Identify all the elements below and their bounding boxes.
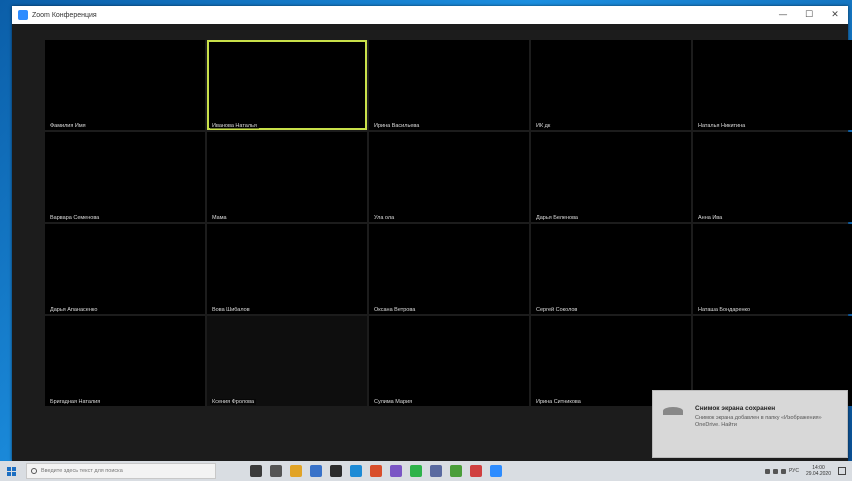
window-controls: — ☐ ✕: [770, 6, 848, 24]
participant-video-tile[interactable]: Дарья Апанасенко: [45, 224, 205, 314]
participant-name: Наташа Бондаренко: [696, 307, 753, 313]
taskbar-app-icon[interactable]: [370, 465, 382, 477]
participant-name: Сергей Соколов: [534, 307, 580, 313]
participant-video: [369, 40, 529, 130]
participant-video: [45, 224, 205, 314]
participant-video: [369, 132, 529, 222]
taskbar-app-icon[interactable]: [490, 465, 502, 477]
participant-video: [531, 40, 691, 130]
participant-video: [45, 316, 205, 406]
participant-name: Сулима Мария: [372, 399, 415, 405]
close-button[interactable]: ✕: [822, 6, 848, 24]
taskbar-app-icon[interactable]: [410, 465, 422, 477]
participant-video-tile[interactable]: Ула ола: [369, 132, 529, 222]
participant-video-tile[interactable]: Варвара Семенова: [45, 132, 205, 222]
participant-video: [207, 40, 367, 130]
window-title: Zoom Конференция: [32, 11, 97, 19]
screenshot-notification[interactable]: Снимок экрана сохранен Снимок экрана доб…: [652, 390, 848, 458]
taskbar-search[interactable]: [26, 463, 216, 479]
participant-name: Ксения Фролова: [210, 399, 257, 405]
notification-body: Снимок экрана добавлен в папку «Изображе…: [695, 415, 822, 428]
participant-video-tile[interactable]: Ирина Васильева: [369, 40, 529, 130]
participant-video: [45, 40, 205, 130]
taskbar-app-icon[interactable]: [350, 465, 362, 477]
start-button[interactable]: [0, 461, 22, 481]
participant-name: Бригадная Наталия: [48, 399, 103, 405]
windows-icon: [6, 466, 16, 476]
taskbar-app-icon[interactable]: [290, 465, 302, 477]
clock-date: 29.04.2020: [805, 471, 831, 477]
maximize-button[interactable]: ☐: [796, 6, 822, 24]
participant-video: [693, 224, 852, 314]
participant-name: Ула ола: [372, 215, 397, 221]
taskbar-app-icon[interactable]: [450, 465, 462, 477]
participant-video-tile[interactable]: Ксения Фролова: [207, 316, 367, 406]
language-indicator[interactable]: РУС: [789, 468, 799, 474]
participant-name: Фамилия Имя: [48, 123, 88, 129]
participant-name: Дарья Апанасенко: [48, 307, 100, 313]
participant-name: Варвара Семенова: [48, 215, 102, 221]
participant-video-tile[interactable]: Наташа Бондаренко: [693, 224, 852, 314]
participant-video-tile[interactable]: Оксана Ветрова: [369, 224, 529, 314]
participant-video-tile[interactable]: Дарья Беленова: [531, 132, 691, 222]
participant-video: [45, 132, 205, 222]
participant-video-tile[interactable]: Иванова Наталья: [207, 40, 367, 130]
taskbar-app-icon[interactable]: [330, 465, 342, 477]
participant-video: [369, 316, 529, 406]
zoom-app-icon: [18, 10, 28, 20]
taskbar-app-icon[interactable]: [390, 465, 402, 477]
participant-video-tile[interactable]: Сергей Соколов: [531, 224, 691, 314]
participant-name: ИК дк: [534, 123, 553, 129]
participant-video: [693, 40, 852, 130]
title-bar: Zoom Конференция — ☐ ✕: [12, 6, 848, 24]
search-icon: [31, 468, 37, 474]
taskbar-app-icon[interactable]: [310, 465, 322, 477]
clock[interactable]: 14:00 29.04.2020: [806, 465, 831, 477]
participant-name: Мама: [210, 215, 229, 221]
minimize-button[interactable]: —: [770, 6, 796, 24]
participant-name: Анна Ива: [696, 215, 725, 221]
participant-video: [207, 224, 367, 314]
taskbar-apps: [250, 465, 502, 477]
taskbar-app-icon[interactable]: [470, 465, 482, 477]
participant-video-tile[interactable]: Мама: [207, 132, 367, 222]
search-input[interactable]: [41, 468, 211, 474]
participant-video: [207, 132, 367, 222]
participant-video: [369, 224, 529, 314]
taskbar-app-icon[interactable]: [430, 465, 442, 477]
cloud-icon: [663, 407, 683, 415]
participant-video-tile[interactable]: Фамилия Имя: [45, 40, 205, 130]
participant-video: [531, 224, 691, 314]
participant-video: [207, 316, 367, 406]
participant-name: Наталья Никитина: [696, 123, 748, 129]
system-tray: РУС 14:00 29.04.2020: [764, 465, 852, 477]
participant-video-tile[interactable]: Сулима Мария: [369, 316, 529, 406]
participant-name: Ирина Ситникова: [534, 399, 583, 405]
participant-name: Вова Шибалов: [210, 307, 252, 313]
participant-video-tile[interactable]: Бригадная Наталия: [45, 316, 205, 406]
participant-name: Ирина Васильева: [372, 123, 422, 129]
participant-video: [693, 132, 852, 222]
participant-video: [531, 132, 691, 222]
network-icon[interactable]: [772, 468, 778, 474]
taskbar-app-icon[interactable]: [270, 465, 282, 477]
notification-title: Снимок экрана сохранен: [695, 405, 776, 412]
participant-video-tile[interactable]: ИК дк: [531, 40, 691, 130]
participant-video-tile[interactable]: Анна Ива: [693, 132, 852, 222]
participant-name: Оксана Ветрова: [372, 307, 418, 313]
participant-name: Иванова Наталья: [210, 123, 259, 129]
taskbar-app-icon[interactable]: [250, 465, 262, 477]
action-center-icon[interactable]: [838, 467, 846, 475]
participant-video-tile[interactable]: Наталья Никитина: [693, 40, 852, 130]
taskbar: РУС 14:00 29.04.2020: [0, 461, 852, 481]
participant-name: Дарья Беленова: [534, 215, 580, 221]
volume-icon[interactable]: [780, 468, 786, 474]
chevron-up-icon[interactable]: [764, 468, 770, 474]
participant-video-tile[interactable]: Вова Шибалов: [207, 224, 367, 314]
